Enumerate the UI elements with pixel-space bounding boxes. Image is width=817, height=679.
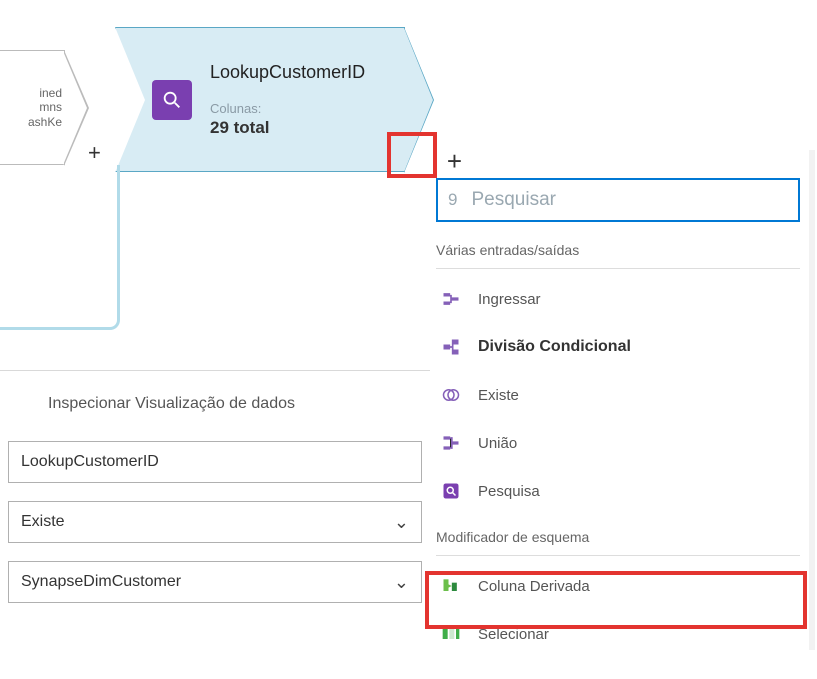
- tab-inspect[interactable]: Inspecionar: [48, 395, 131, 412]
- menu-conditional-split[interactable]: Divisão Condicional: [436, 323, 800, 371]
- scrollbar[interactable]: [809, 150, 815, 650]
- menu-label: Existe: [478, 387, 519, 404]
- previous-node-partial: ined mns ashKe: [0, 50, 65, 165]
- add-transform-popup: 9 Pesquisar Várias entradas/saídas Ingre…: [436, 178, 800, 658]
- menu-union[interactable]: União: [436, 419, 800, 467]
- connector-line: [0, 275, 120, 330]
- add-step-plus[interactable]: +: [447, 146, 462, 177]
- menu-label: Ingressar: [478, 291, 541, 308]
- select-icon: [440, 623, 462, 645]
- node-title: LookupCustomerID: [210, 62, 365, 83]
- connector-line: [117, 165, 120, 278]
- section-multi-io: Várias entradas/saídas: [436, 238, 800, 269]
- search-input[interactable]: 9 Pesquisar: [436, 178, 800, 222]
- union-icon: [440, 432, 462, 454]
- properties-panel: Inspecionar Visualização de dados Lookup…: [0, 370, 430, 621]
- menu-label: Divisão Condicional: [478, 338, 631, 356]
- partial-text: ashKe: [28, 115, 62, 129]
- add-step-plus-left[interactable]: +: [88, 140, 101, 166]
- split-icon: [440, 336, 462, 358]
- menu-label: Selecionar: [478, 626, 549, 643]
- menu-derived-column[interactable]: Coluna Derivada: [436, 562, 800, 610]
- section-schema-mod: Modificador de esquema: [436, 525, 800, 556]
- lookup-icon: [152, 80, 192, 120]
- name-input-value: LookupCustomerID: [21, 453, 159, 471]
- partial-text: ined: [39, 86, 62, 100]
- join-icon: [440, 288, 462, 310]
- menu-select[interactable]: Selecionar: [436, 610, 800, 658]
- partial-text: mns: [39, 100, 62, 114]
- menu-join[interactable]: Ingressar: [436, 275, 800, 323]
- node-columns-label: Colunas:: [210, 101, 365, 116]
- search-prefix: 9: [448, 190, 457, 210]
- source-select-value: SynapseDimCustomer: [21, 573, 181, 591]
- node-columns-count: 29 total: [210, 118, 365, 138]
- source-select[interactable]: SynapseDimCustomer ⌄: [8, 561, 422, 603]
- derived-column-icon: [440, 575, 462, 597]
- exists-icon: [440, 384, 462, 406]
- menu-label: União: [478, 435, 517, 452]
- chevron-down-icon: ⌄: [394, 512, 409, 533]
- name-input[interactable]: LookupCustomerID: [8, 441, 422, 483]
- chevron-down-icon: ⌄: [394, 572, 409, 593]
- exists-select-value: Existe: [21, 513, 65, 531]
- menu-label: Coluna Derivada: [478, 578, 590, 595]
- lookup-icon: [440, 480, 462, 502]
- menu-label: Pesquisa: [478, 483, 540, 500]
- menu-lookup[interactable]: Pesquisa: [436, 467, 800, 515]
- exists-select[interactable]: Existe ⌄: [8, 501, 422, 543]
- lookup-node[interactable]: LookupCustomerID Colunas: 29 total +: [115, 27, 405, 172]
- tab-dataviz[interactable]: Visualização de dados: [135, 395, 295, 412]
- menu-exists[interactable]: Existe: [436, 371, 800, 419]
- search-placeholder: Pesquisar: [471, 189, 556, 211]
